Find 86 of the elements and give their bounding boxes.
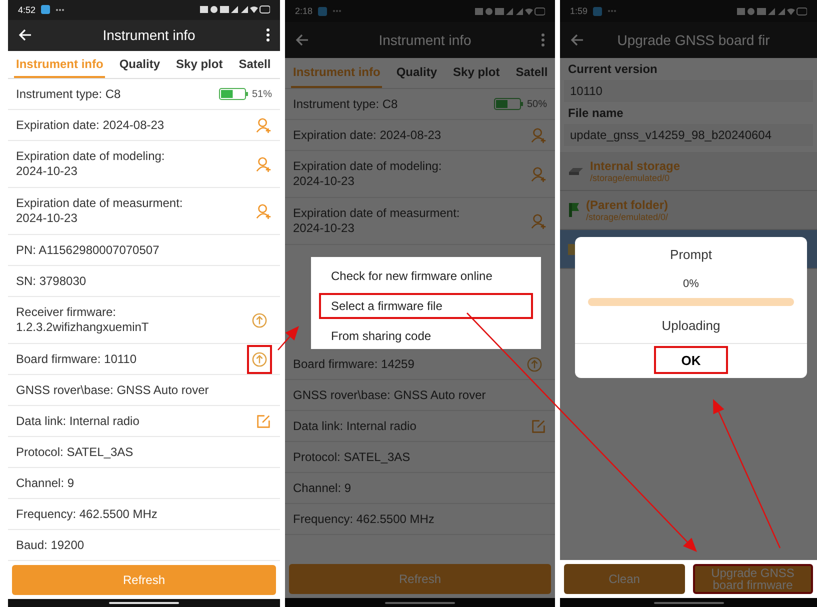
info-text: SN: 3798030 <box>16 274 88 289</box>
battery-reading: 50% <box>526 98 547 110</box>
screen-title: Instrument info <box>102 27 196 44</box>
tab[interactable]: Quality <box>117 51 162 78</box>
info-text: Expiration date of modeling: 2024-10-23 <box>16 149 166 180</box>
home-indicator <box>109 602 179 604</box>
annotation-arrow <box>278 326 299 350</box>
info-text: Baud: 19200 <box>16 538 86 553</box>
notification-icon <box>40 5 50 14</box>
info-text: Protocol: SATEL_3AS <box>293 450 412 464</box>
info-text: Expiration date of measurment: 2024-10-23 <box>16 196 184 226</box>
edit-icon[interactable] <box>255 412 272 430</box>
ok-button[interactable]: OK <box>654 346 728 374</box>
info-text: GNSS rover\base: GNSS Auto rover <box>293 388 487 402</box>
info-text: Board firmware: 10110 <box>16 352 138 367</box>
info-text: Channel: 9 <box>293 480 352 496</box>
info-text: Protocol: SATEL_3AS <box>16 444 134 460</box>
info-text: Expiration date of measurment: 2024-10-23 <box>293 206 461 236</box>
info-text: Frequency: 462.5500 MHz <box>16 506 158 522</box>
more-icon <box>54 8 65 12</box>
menu-item[interactable]: Check for new firmware online <box>319 263 533 289</box>
dialog-title: Prompt <box>670 246 712 264</box>
info-text: Expiration date of modeling: 2024-10-23 <box>293 159 443 189</box>
tab[interactable]: Quality <box>394 58 440 88</box>
file-name: Internal storage <box>590 159 680 173</box>
info-text: Data link: Internal radio <box>293 418 418 434</box>
upload-icon <box>252 352 267 367</box>
back-icon[interactable] <box>18 28 32 42</box>
home-indicator <box>654 602 724 604</box>
status-icons-drawing <box>475 6 545 16</box>
file-path: /storage/emulated/0/ <box>586 212 668 222</box>
screen-title: Instrument info <box>378 32 472 48</box>
footer-button[interactable]: Refresh <box>289 564 551 594</box>
tab[interactable]: Sky plot <box>451 58 502 88</box>
screen-title: Upgrade GNSS board fir <box>616 32 771 48</box>
input-field[interactable]: 10110 <box>564 80 813 102</box>
tab[interactable]: Sky plot <box>174 51 225 78</box>
person-add-icon[interactable] <box>255 156 272 173</box>
status-icons-drawing <box>737 6 807 16</box>
input-field[interactable]: update_gnss_v14259_98_b20240604 <box>564 124 813 146</box>
upload-icon <box>252 312 267 328</box>
info-text: GNSS rover\base: GNSS Auto rover <box>16 382 210 398</box>
info-text: Frequency: 462.5500 MHz <box>293 512 436 526</box>
info-text: Instrument type: C8 <box>16 86 122 102</box>
menu-icon[interactable] <box>266 28 270 42</box>
menu-item[interactable]: From sharing code <box>319 323 533 349</box>
upgrade-firmware-button[interactable]: Upgrade GNSS board firmware <box>692 564 813 594</box>
person-add-icon[interactable] <box>530 166 547 182</box>
edit-icon[interactable] <box>530 418 547 434</box>
more-icon <box>606 9 617 13</box>
tab[interactable]: Satell <box>514 58 550 88</box>
person-add-icon[interactable] <box>255 116 272 134</box>
footer-button[interactable]: Refresh <box>12 565 276 596</box>
drive-icon <box>568 166 584 176</box>
status-icons-drawing <box>200 5 270 14</box>
battery-reading: 51% <box>252 88 272 100</box>
progress-percent: 0% <box>683 278 699 290</box>
upload-icon <box>527 356 542 372</box>
field-label: File name <box>567 105 624 122</box>
file-name: (Parent folder) <box>586 198 668 212</box>
notification-icon <box>318 6 327 16</box>
info-text: Expiration date: 2024-08-23 <box>293 128 442 142</box>
notification-icon <box>592 6 602 16</box>
menu-item[interactable]: Select a firmware file <box>319 293 533 319</box>
info-text: Receiver firmware: 1.2.3.2wifizhangxueminT <box>16 305 150 336</box>
dialog-status: Uploading <box>662 318 720 335</box>
person-add-icon[interactable] <box>255 202 272 220</box>
status-time: 4:52 <box>18 4 36 15</box>
info-text: Instrument type: C8 <box>293 96 399 112</box>
tab[interactable]: Satell <box>236 51 273 78</box>
more-icon <box>332 9 342 13</box>
file-path: /storage/emulated/0 <box>590 173 671 183</box>
home-indicator <box>385 602 455 604</box>
info-text: PN: A11562980007070507 <box>16 242 160 258</box>
info-text: Expiration date: 2024-08-23 <box>16 118 166 133</box>
upgrade-button[interactable] <box>247 344 272 374</box>
folder-icon <box>568 202 580 218</box>
info-text: Board firmware: 14259 <box>293 356 416 372</box>
footer-button[interactable]: Clean <box>564 564 684 594</box>
info-text: Channel: 9 <box>16 476 76 491</box>
status-time: 2:18 <box>295 6 313 16</box>
field-label: Current version <box>567 61 658 78</box>
person-add-icon[interactable] <box>530 126 547 144</box>
person-add-icon[interactable] <box>530 212 547 230</box>
status-time: 1:59 <box>570 6 588 16</box>
info-text: Data link: Internal radio <box>16 414 140 429</box>
